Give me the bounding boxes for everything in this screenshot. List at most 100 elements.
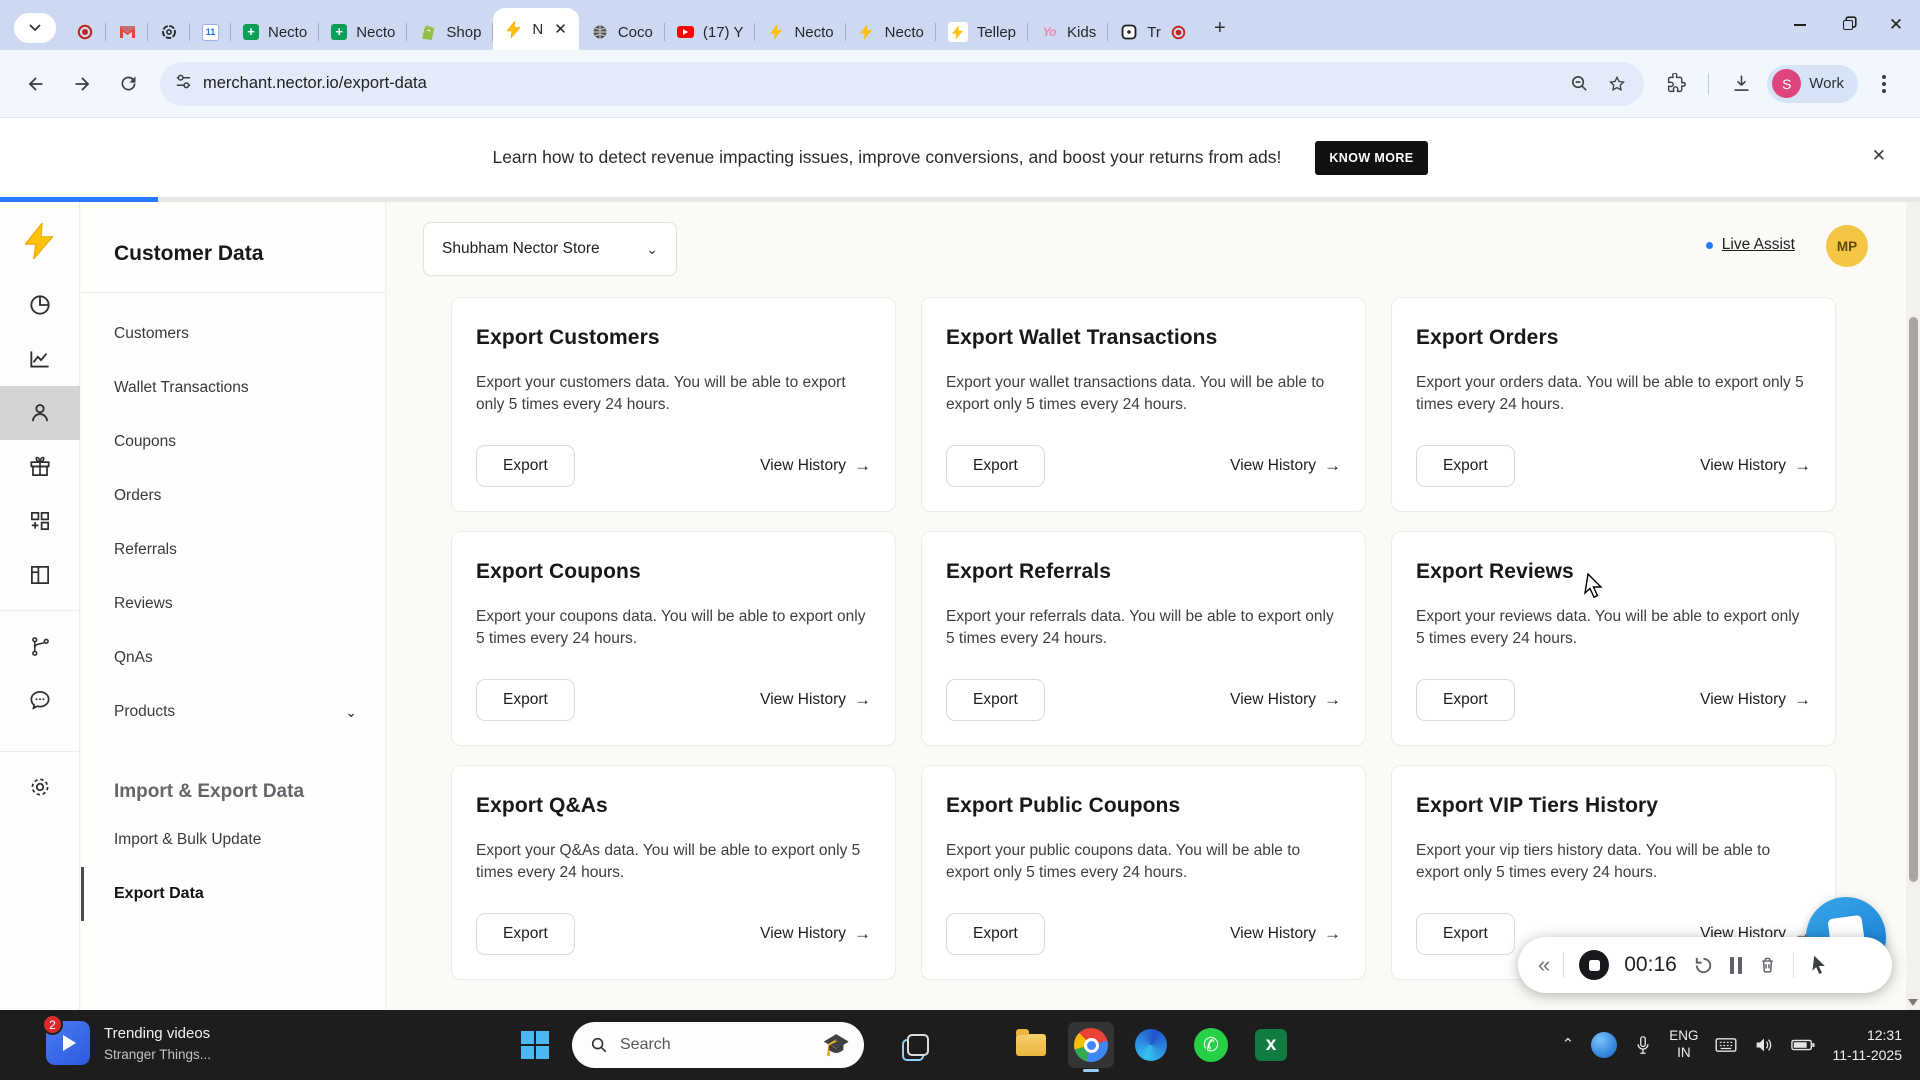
rail-reports-icon[interactable] — [0, 332, 80, 386]
tab-calendar[interactable]: 11 — [190, 14, 231, 50]
tab-close-icon[interactable]: ✕ — [554, 22, 567, 37]
forward-button[interactable] — [62, 64, 102, 104]
url-text[interactable]: merchant.nector.io/export-data — [203, 74, 1562, 93]
view-history-link[interactable]: View History → — [1700, 690, 1811, 710]
url-bar[interactable]: merchant.nector.io/export-data — [160, 61, 1645, 106]
export-button[interactable]: Export — [476, 445, 575, 487]
tab-screen-recorder[interactable] — [64, 14, 106, 50]
tab-gmail[interactable] — [106, 14, 148, 50]
export-button[interactable]: Export — [946, 445, 1045, 487]
view-history-link[interactable]: View History → — [760, 456, 871, 476]
tab-shopify[interactable]: Shop — [407, 14, 494, 50]
sidebar-item-wallet-transactions[interactable]: Wallet Transactions — [81, 361, 385, 415]
bookmark-star-icon[interactable] — [1600, 67, 1634, 101]
sidebar-item-import-bulk-update[interactable]: Import & Bulk Update — [81, 813, 385, 867]
view-history-link[interactable]: View History → — [1230, 690, 1341, 710]
sidebar-item-referrals[interactable]: Referrals — [81, 523, 385, 577]
widgets-button[interactable]: 2 Trending videos Stranger Things... — [42, 1014, 211, 1065]
tab-coco[interactable]: Coco — [579, 14, 665, 50]
language-indicator[interactable]: ENG IN — [1669, 1028, 1698, 1062]
new-tab-button[interactable]: + — [1206, 14, 1234, 42]
scrollbar-thumb[interactable] — [1908, 317, 1918, 882]
window-minimize-button[interactable] — [1776, 0, 1824, 50]
taskbar-search[interactable]: Search 🎓 — [572, 1022, 864, 1068]
rail-rewards-icon[interactable] — [0, 440, 80, 494]
tab-search-button[interactable] — [14, 13, 56, 43]
export-button[interactable]: Export — [476, 913, 575, 955]
task-view-button[interactable] — [892, 1022, 938, 1068]
stop-recording-button[interactable] — [1579, 950, 1610, 980]
view-history-link[interactable]: View History → — [1230, 456, 1341, 476]
chrome-button[interactable] — [1068, 1022, 1114, 1072]
tab-nector-2[interactable]: Necto — [755, 14, 846, 50]
edge-button[interactable] — [1128, 1022, 1174, 1068]
export-button[interactable]: Export — [1416, 445, 1515, 487]
sidebar-item-reviews[interactable]: Reviews — [81, 577, 385, 631]
rail-settings-gear-icon[interactable] — [0, 760, 80, 814]
view-history-link[interactable]: View History → — [1700, 456, 1811, 476]
rail-integrations-icon[interactable] — [0, 619, 80, 673]
tab-nector-3[interactable]: Necto — [846, 14, 936, 50]
browser-menu-icon[interactable] — [1864, 64, 1904, 104]
user-avatar[interactable]: MP — [1826, 225, 1868, 267]
sidebar-item-export-data[interactable]: Export Data — [81, 867, 385, 921]
whatsapp-button[interactable]: ✆ — [1188, 1022, 1234, 1068]
tab-telleport[interactable]: Tellep — [936, 14, 1029, 50]
sidebar-item-products[interactable]: Products ⌄ — [81, 685, 385, 739]
tab-kids[interactable]: Yo Kids — [1028, 14, 1109, 50]
export-button[interactable]: Export — [476, 679, 575, 721]
excel-button[interactable]: x — [1248, 1022, 1294, 1068]
tray-overflow-chevron-icon[interactable]: ⌃ — [1562, 1035, 1575, 1053]
tab-nector-sheet-2[interactable]: + Necto — [319, 14, 408, 50]
window-close-button[interactable]: ✕ — [1872, 0, 1920, 50]
rail-apps-icon[interactable] — [0, 494, 80, 548]
rail-customers-icon[interactable] — [0, 386, 80, 440]
sidebar-item-qnas[interactable]: QnAs — [81, 631, 385, 685]
cursor-tool-icon[interactable] — [1809, 954, 1830, 977]
reload-button[interactable] — [108, 64, 148, 104]
sidebar-item-coupons[interactable]: Coupons — [81, 415, 385, 469]
file-explorer-button[interactable] — [1008, 1022, 1054, 1068]
tray-app-icon[interactable] — [1591, 1032, 1618, 1058]
start-button[interactable] — [512, 1022, 558, 1068]
download-icon[interactable] — [1721, 64, 1761, 104]
window-restore-button[interactable] — [1824, 0, 1872, 50]
sidebar-item-orders[interactable]: Orders — [81, 469, 385, 523]
tab-chatgpt[interactable] — [148, 14, 190, 50]
sidebar-item-customers[interactable]: Customers — [81, 307, 385, 361]
pause-recording-icon[interactable] — [1729, 956, 1742, 974]
scrollbar-down-arrow[interactable] — [1908, 999, 1918, 1006]
export-button[interactable]: Export — [946, 679, 1045, 721]
microphone-icon[interactable] — [1634, 1034, 1652, 1056]
tab-youtube[interactable]: (17) Y — [665, 14, 756, 50]
export-button[interactable]: Export — [1416, 679, 1515, 721]
touch-keyboard-icon[interactable] — [1715, 1037, 1737, 1053]
tab-tripetto[interactable]: Tr — [1108, 14, 1200, 50]
tab-nector-sheet-1[interactable]: + Necto — [231, 14, 320, 50]
view-history-link[interactable]: View History → — [760, 690, 871, 710]
live-assist-link[interactable]: Live Assist — [1705, 236, 1795, 254]
rail-support-chat-icon[interactable] — [0, 673, 80, 727]
rail-pages-icon[interactable] — [0, 548, 80, 602]
volume-icon[interactable] — [1754, 1036, 1774, 1054]
restart-recording-icon[interactable] — [1692, 954, 1715, 977]
battery-icon[interactable] — [1791, 1038, 1815, 1052]
site-settings-icon[interactable] — [174, 72, 193, 96]
delete-recording-icon[interactable] — [1757, 954, 1778, 976]
view-history-link[interactable]: View History → — [1230, 924, 1341, 944]
tab-nector-active[interactable]: N ✕ — [493, 8, 579, 50]
zoom-indicator-icon[interactable] — [1562, 67, 1596, 101]
profile-chip[interactable]: S Work — [1767, 64, 1858, 103]
banner-close-icon[interactable]: ✕ — [1872, 146, 1886, 166]
view-history-link[interactable]: View History → — [760, 924, 871, 944]
rail-analytics-pie-icon[interactable] — [0, 278, 80, 332]
nector-logo-icon[interactable] — [0, 214, 80, 268]
export-button[interactable]: Export — [1416, 913, 1515, 955]
clock[interactable]: 12:31 11-11-2025 — [1832, 1025, 1902, 1066]
extensions-icon[interactable] — [1656, 64, 1696, 104]
back-button[interactable] — [16, 64, 56, 104]
page-scrollbar[interactable] — [1906, 202, 1920, 1010]
collapse-toolbar-icon[interactable]: « — [1538, 952, 1550, 978]
export-button[interactable]: Export — [946, 913, 1045, 955]
know-more-button[interactable]: KNOW MORE — [1315, 140, 1428, 175]
